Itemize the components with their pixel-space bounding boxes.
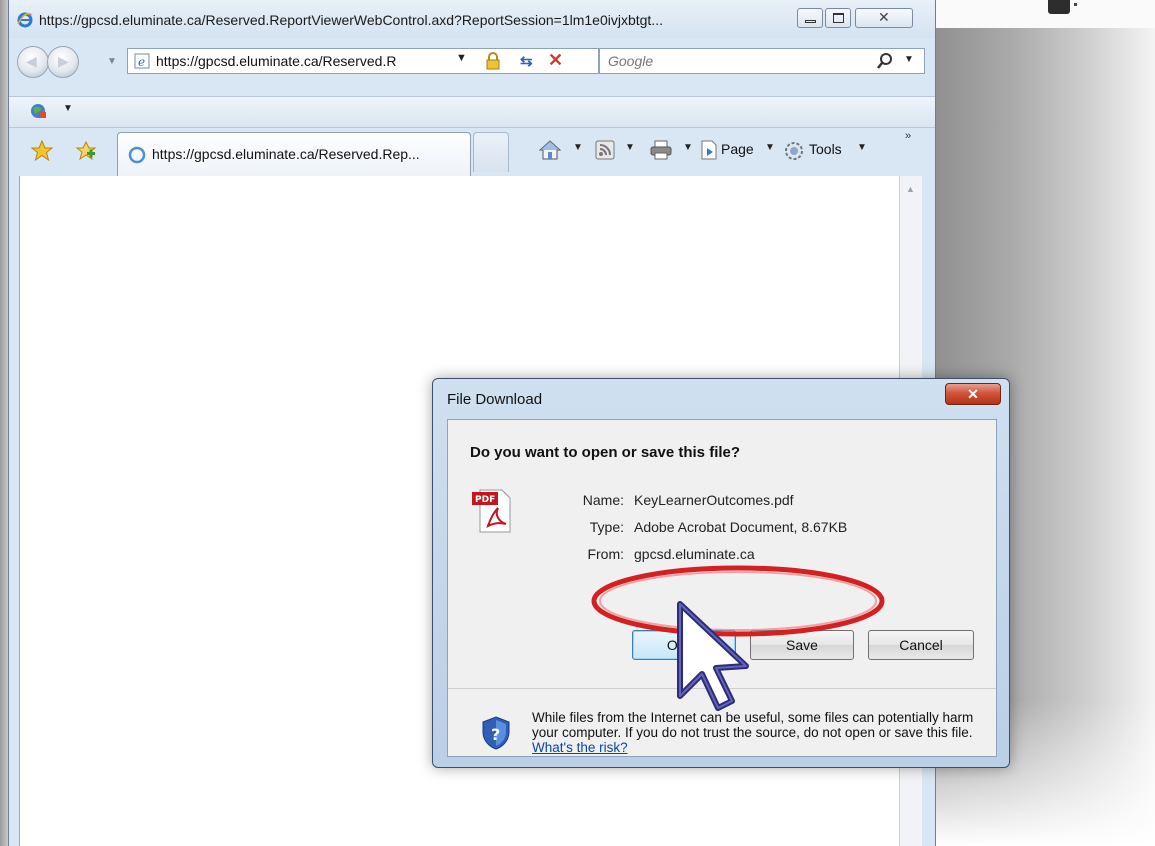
corner-thumbnail <box>1048 0 1077 14</box>
back-button[interactable]: ◀ <box>17 46 49 78</box>
globe-icon[interactable] <box>29 102 47 120</box>
page-icon[interactable] <box>699 140 719 160</box>
dialog-title: File Download <box>447 391 543 408</box>
print-dropdown-icon[interactable]: ▼ <box>683 142 693 153</box>
ie-page-icon: e <box>134 53 150 69</box>
from-value: gpcsd.eluminate.ca <box>634 546 755 562</box>
page-menu-label[interactable]: Page <box>721 141 754 157</box>
page-dropdown-icon[interactable]: ▼ <box>765 142 775 153</box>
navigation-bar: ◀ ▶ ▼ e https://gpcsd.eluminate.ca/Reser… <box>9 46 935 86</box>
minimize-icon <box>805 20 816 23</box>
refresh-icon[interactable]: ⇆ <box>520 52 540 70</box>
svg-text:e: e <box>138 55 145 69</box>
tab-label: https://gpcsd.eluminate.ca/Reserved.Rep.… <box>152 146 420 162</box>
dialog-close-button[interactable]: ✕ <box>945 383 1001 405</box>
tab-bar: https://gpcsd.eluminate.ca/Reserved.Rep.… <box>9 128 935 176</box>
svg-text:?: ? <box>491 725 500 744</box>
feeds-icon[interactable] <box>595 140 615 160</box>
warning-text-block: While files from the Internet can be use… <box>532 710 982 755</box>
stop-icon[interactable]: ✕ <box>548 50 568 70</box>
scroll-up-icon[interactable]: ▲ <box>906 184 915 194</box>
name-label: Name: <box>582 492 624 508</box>
ie-logo-icon <box>17 12 33 28</box>
lock-icon[interactable] <box>484 52 502 70</box>
close-window-button[interactable]: ✕ <box>855 8 913 28</box>
name-value: KeyLearnerOutcomes.pdf <box>634 492 794 508</box>
close-icon: ✕ <box>967 386 979 402</box>
risk-link[interactable]: What's the risk? <box>532 740 628 755</box>
address-text: https://gpcsd.eluminate.ca/Reserved.R <box>156 53 397 69</box>
window-title: https://gpcsd.eluminate.ca/Reserved.Repo… <box>39 12 663 28</box>
history-dropdown-icon[interactable]: ▼ <box>107 56 117 67</box>
pdf-icon: PDF <box>472 489 511 533</box>
new-tab-button[interactable] <box>473 132 509 172</box>
window-controls: ✕ <box>797 8 925 30</box>
shield-icon: ? <box>482 716 510 750</box>
dialog-question: Do you want to open or save this file? <box>470 444 741 461</box>
maximize-icon <box>833 13 844 23</box>
loading-icon <box>128 146 146 164</box>
pdf-icon-label: PDF <box>475 495 495 505</box>
add-favorites-icon[interactable] <box>75 140 97 162</box>
tools-menu-label[interactable]: Tools <box>809 141 842 157</box>
warning-text: While files from the Internet can be use… <box>532 710 974 740</box>
minimize-button[interactable] <box>797 8 823 28</box>
close-icon: ✕ <box>878 9 890 25</box>
tools-dropdown-icon[interactable]: ▼ <box>857 142 867 153</box>
title-bar[interactable]: https://gpcsd.eluminate.ca/Reserved.Repo… <box>9 0 935 38</box>
address-bar[interactable]: e https://gpcsd.eluminate.ca/Reserved.R … <box>127 48 599 74</box>
home-dropdown-icon[interactable]: ▼ <box>573 142 583 153</box>
back-icon: ◀ <box>26 53 37 69</box>
type-value: Adobe Acrobat Document, 8.67KB <box>634 519 848 535</box>
tab-active[interactable]: https://gpcsd.eluminate.ca/Reserved.Rep.… <box>117 132 471 176</box>
search-input[interactable]: Google ▼ <box>599 48 925 74</box>
background-strip <box>932 0 1155 30</box>
home-icon[interactable] <box>539 140 561 160</box>
forward-button[interactable]: ▶ <box>47 46 79 78</box>
search-placeholder: Google <box>608 53 654 69</box>
favorites-star-icon[interactable] <box>31 140 53 162</box>
print-icon[interactable] <box>649 140 673 160</box>
search-dropdown-icon[interactable]: ▼ <box>904 54 914 65</box>
globe-dropdown-icon[interactable]: ▼ <box>63 103 73 114</box>
feeds-dropdown-icon[interactable]: ▼ <box>625 142 635 153</box>
chevron-more-icon[interactable]: » <box>905 130 911 142</box>
address-dropdown-icon[interactable]: ▼ <box>456 52 467 64</box>
links-toolbar: ▼ <box>9 96 935 128</box>
forward-icon: ▶ <box>58 53 69 69</box>
from-label: From: <box>587 546 624 562</box>
type-label: Type: <box>589 519 624 535</box>
tools-gear-icon[interactable] <box>783 140 805 162</box>
cursor-arrow <box>677 601 749 711</box>
search-icon[interactable] <box>876 52 894 70</box>
maximize-button[interactable] <box>825 8 851 28</box>
